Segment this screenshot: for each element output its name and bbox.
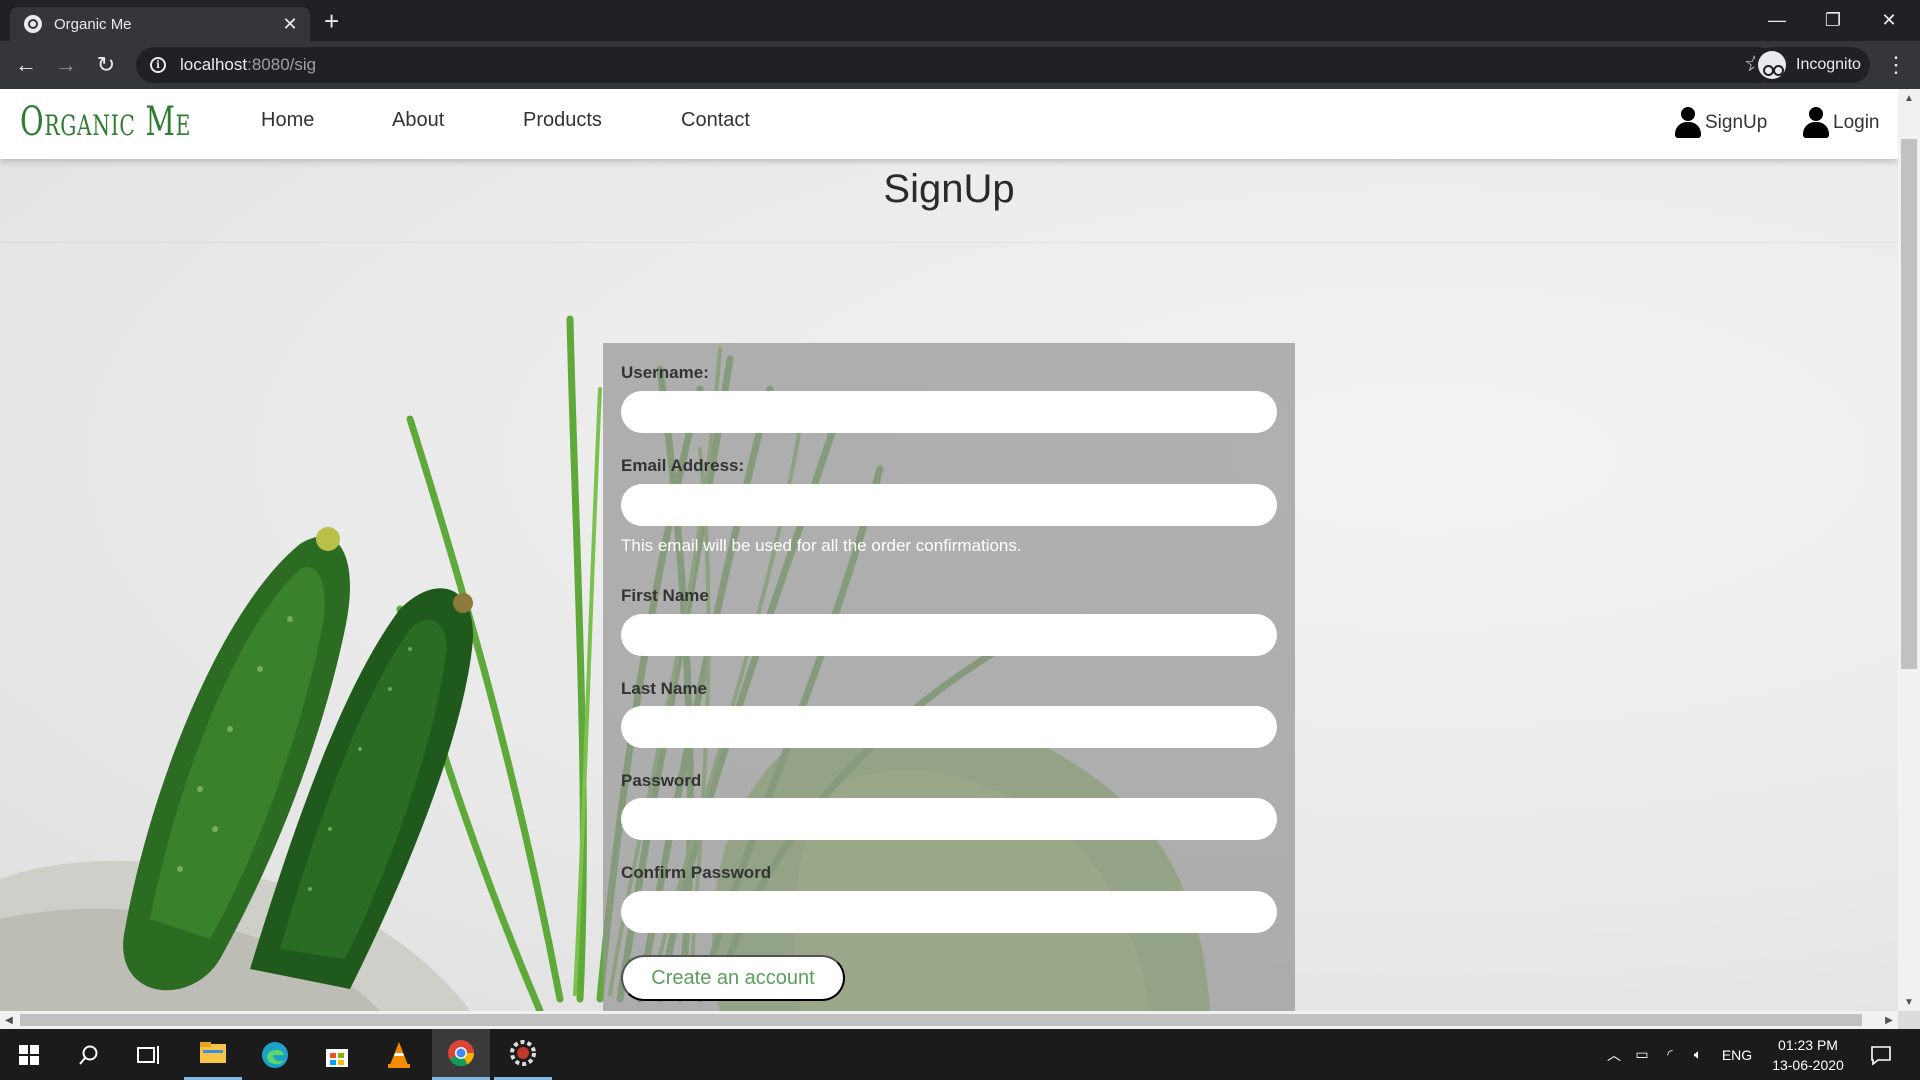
language-indicator[interactable]: ENG: [1712, 1047, 1762, 1063]
divider: [0, 242, 1898, 243]
restore-icon[interactable]: ❐: [1806, 0, 1860, 41]
login-link[interactable]: Login: [1803, 107, 1880, 139]
create-account-button[interactable]: Create an account: [621, 955, 845, 1001]
signup-form: Username: Email Address: This email will…: [603, 343, 1295, 1011]
username-label: Username:: [621, 363, 709, 382]
user-icon: [1675, 107, 1701, 139]
settings-gear-icon[interactable]: [494, 1029, 552, 1080]
page-title: SignUp: [883, 167, 1015, 211]
clock-date: 13-06-2020: [1772, 1057, 1844, 1073]
globe-icon: [24, 15, 42, 33]
confirm-password-label: Confirm Password: [621, 863, 772, 882]
nav-products[interactable]: Products: [523, 109, 602, 132]
login-link-label: Login: [1833, 112, 1880, 133]
horizontal-scrollbar[interactable]: ◀ ▶: [0, 1011, 1898, 1029]
scroll-left-icon[interactable]: ◀: [0, 1011, 18, 1029]
email-label: Email Address:: [621, 456, 745, 475]
volume-icon[interactable]: 🔈︎: [1684, 1046, 1712, 1063]
lastname-label: Last Name: [621, 679, 707, 698]
wifi-icon[interactable]: ◜: [1656, 1046, 1684, 1063]
incognito-icon: [1758, 51, 1786, 79]
signup-link-label: SignUp: [1705, 112, 1768, 133]
file-explorer-icon[interactable]: [184, 1029, 242, 1080]
windows-start-icon[interactable]: [0, 1029, 58, 1080]
notification-icon[interactable]: [1852, 1029, 1910, 1080]
page-viewport: Organic Me Home About Products Contact S…: [0, 89, 1898, 1011]
new-tab-button[interactable]: +: [324, 8, 339, 34]
clock-time: 01:23 PM: [1778, 1037, 1838, 1053]
incognito-badge[interactable]: Incognito: [1754, 47, 1870, 83]
battery-icon[interactable]: ▭: [1628, 1046, 1656, 1063]
tab-title: Organic Me: [54, 15, 132, 33]
back-icon[interactable]: ←: [10, 49, 42, 81]
firstname-input[interactable]: [621, 614, 1277, 656]
browser-tab[interactable]: Organic Me ✕: [10, 7, 310, 41]
system-tray: ︿ ▭ ◜ 🔈︎ ENG: [1600, 1029, 1762, 1080]
scroll-up-icon[interactable]: ▲: [1898, 89, 1920, 107]
user-icon: [1803, 107, 1829, 139]
vlc-icon[interactable]: [370, 1029, 428, 1080]
vertical-scroll-thumb[interactable]: [1901, 139, 1917, 669]
edge-browser-icon[interactable]: [246, 1029, 304, 1080]
password-label: Password: [621, 771, 702, 790]
scroll-right-icon[interactable]: ▶: [1880, 1011, 1898, 1029]
store-icon[interactable]: [308, 1029, 366, 1080]
url-text[interactable]: localhost:8080/sig: [180, 55, 316, 75]
site-navbar: Organic Me Home About Products Contact S…: [0, 89, 1898, 159]
minimize-icon[interactable]: —: [1750, 0, 1804, 41]
clock[interactable]: 01:23 PM 13-06-2020: [1760, 1035, 1856, 1075]
nav-home[interactable]: Home: [261, 109, 314, 132]
reload-icon[interactable]: ↻: [90, 49, 122, 81]
search-icon[interactable]: [60, 1029, 118, 1080]
email-hint: This email will be used for all the orde…: [621, 536, 1022, 555]
windows-taskbar: ︿ ▭ ◜ 🔈︎ ENG 01:23 PM 13-06-2020: [0, 1029, 1920, 1080]
close-window-icon[interactable]: ✕: [1862, 0, 1916, 41]
info-icon[interactable]: i: [150, 57, 166, 73]
nav-about[interactable]: About: [392, 109, 444, 132]
close-tab-icon[interactable]: ✕: [280, 14, 300, 35]
nav-contact[interactable]: Contact: [681, 109, 750, 132]
browser-menu-icon[interactable]: ⋮: [1880, 49, 1912, 81]
incognito-label: Incognito: [1796, 56, 1861, 73]
lastname-input[interactable]: [621, 706, 1277, 748]
address-bar[interactable]: i localhost:8080/sig ☆: [136, 47, 1776, 83]
email-input[interactable]: [621, 484, 1277, 526]
signup-link[interactable]: SignUp: [1675, 107, 1767, 139]
browser-tab-strip: Organic Me ✕ + — ❐ ✕: [0, 0, 1920, 41]
scroll-down-icon[interactable]: ▼: [1898, 993, 1920, 1011]
username-input[interactable]: [621, 391, 1277, 433]
scrollbar-corner: [1898, 1011, 1920, 1029]
chevron-up-icon[interactable]: ︿: [1600, 1045, 1628, 1065]
vertical-scrollbar[interactable]: ▲ ▼: [1898, 89, 1920, 1011]
firstname-label: First Name: [621, 586, 709, 605]
horizontal-scroll-thumb[interactable]: [20, 1014, 1862, 1026]
browser-toolbar: ← → ↻ i localhost:8080/sig ☆ Incognito ⋮: [0, 41, 1920, 89]
confirm-password-input[interactable]: [621, 891, 1277, 933]
forward-icon[interactable]: →: [50, 49, 82, 81]
brand-logo[interactable]: Organic Me: [20, 99, 191, 145]
chrome-icon[interactable]: [432, 1029, 490, 1080]
password-input[interactable]: [621, 798, 1277, 840]
task-view-icon[interactable]: [120, 1029, 178, 1080]
